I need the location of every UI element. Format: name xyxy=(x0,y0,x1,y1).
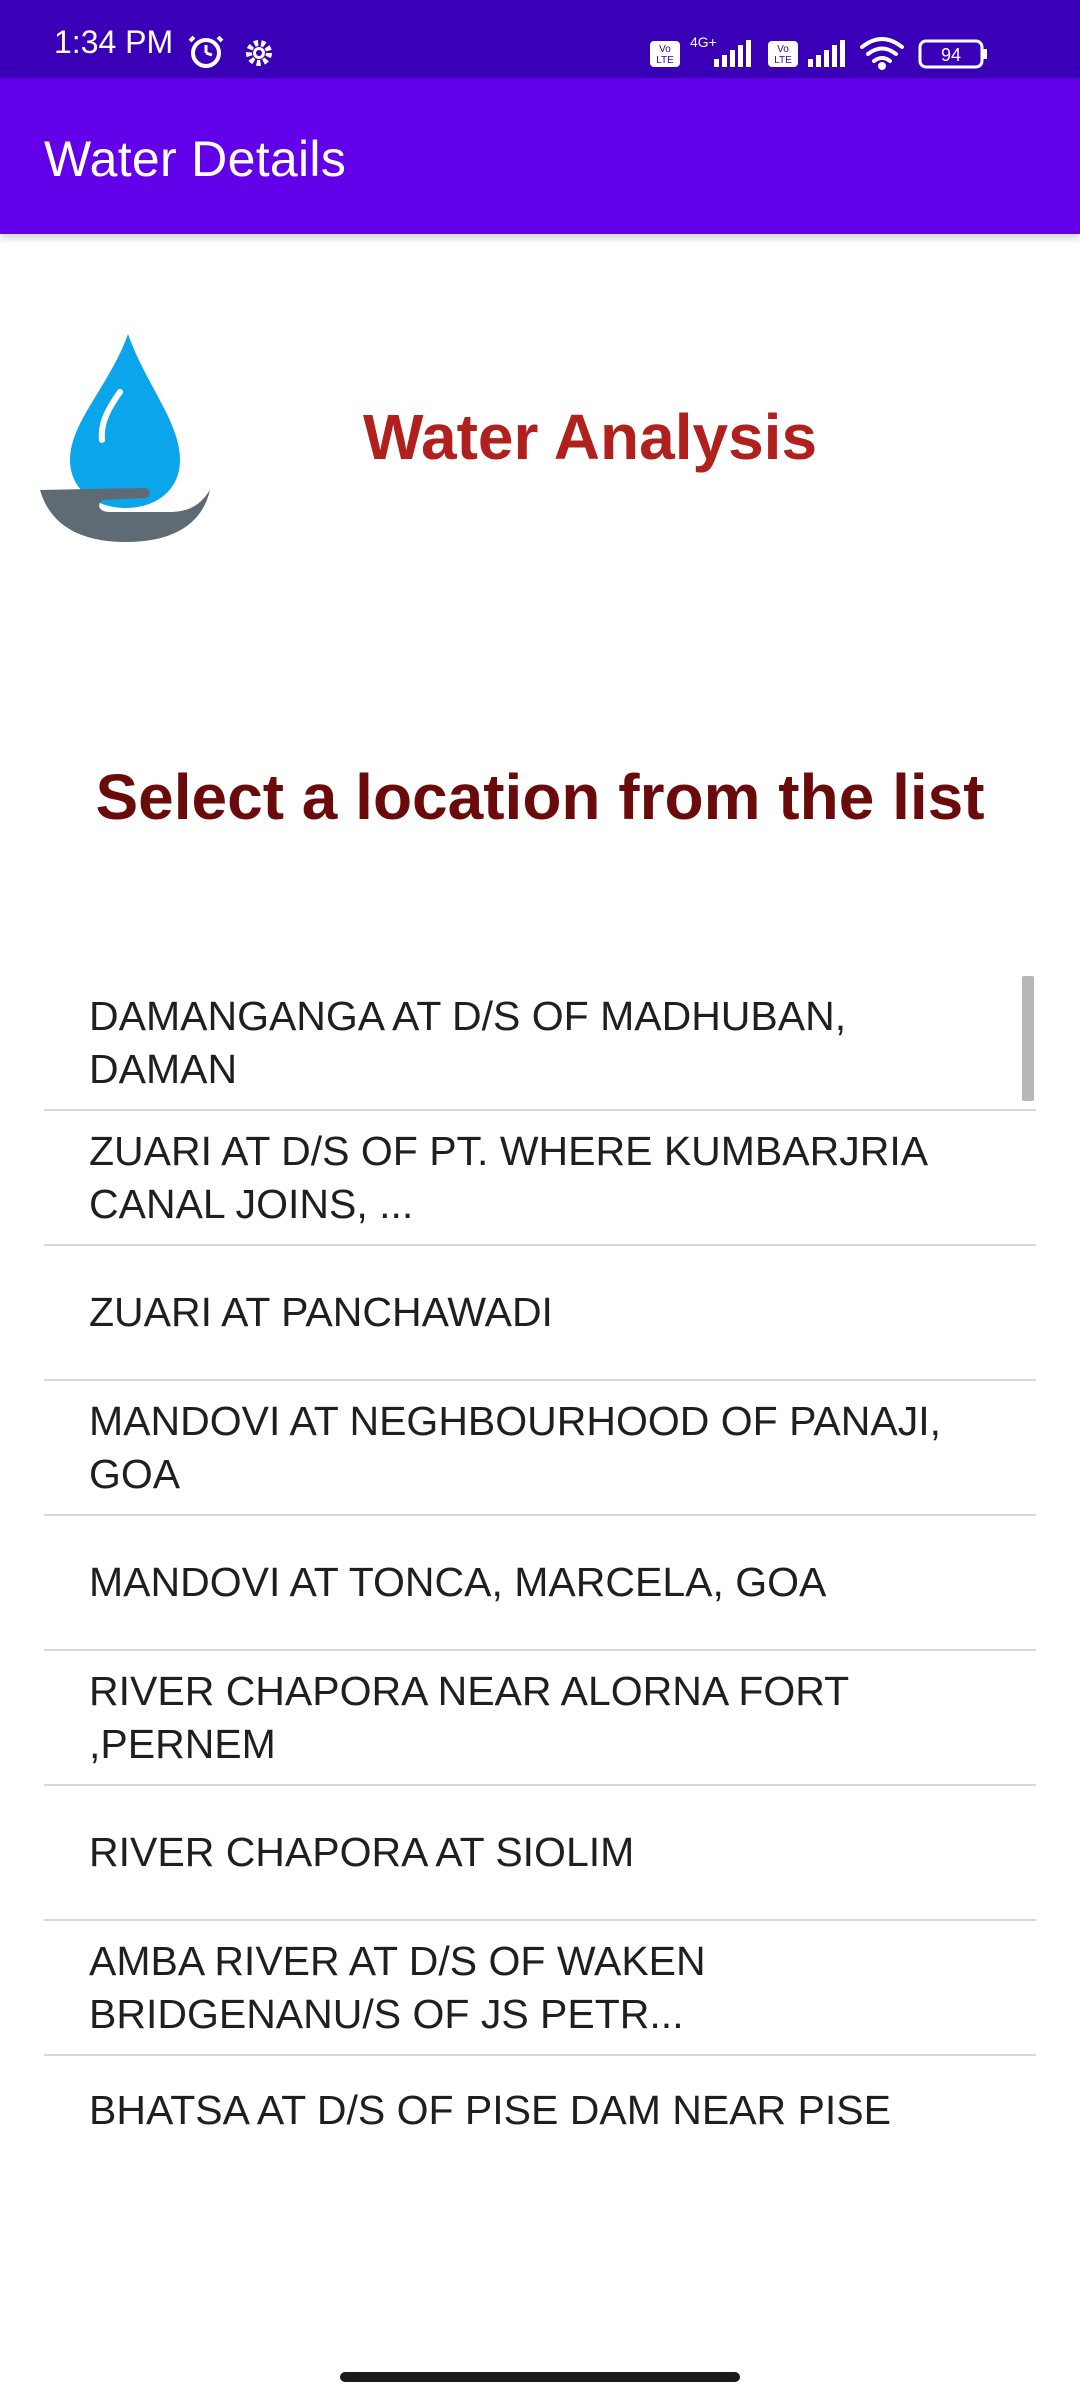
location-label: ZUARI AT D/S OF PT. WHERE KUMBARJRIA CAN… xyxy=(89,1128,926,1227)
signal-icon-2 xyxy=(808,40,845,67)
gear-icon xyxy=(246,40,272,66)
location-label: AMBA RIVER AT D/S OF WAKEN BRIDGENANU/S … xyxy=(89,1938,706,2037)
list-item[interactable]: DAMANGANGA AT D/S OF MADHUBAN, DAMAN xyxy=(44,976,1036,1111)
list-item[interactable]: ZUARI AT PANCHAWADI xyxy=(44,1246,1036,1381)
svg-text:LTE: LTE xyxy=(656,55,674,66)
water-drop-hand-icon xyxy=(40,334,210,542)
location-label: DAMANGANGA AT D/S OF MADHUBAN, DAMAN xyxy=(89,993,847,1092)
svg-text:Vo: Vo xyxy=(777,44,789,55)
app-bar: Water Details xyxy=(0,78,1080,234)
status-time: 1:34 PM xyxy=(54,24,174,60)
list-scrollbar[interactable] xyxy=(1022,976,1034,1101)
app-title: Water Details xyxy=(44,131,347,187)
status-icons-right: Vo LTE 4G+ Vo LTE 94 xyxy=(650,34,987,70)
instruction-text: Select a location from the list xyxy=(95,761,985,833)
location-label: RIVER CHAPORA NEAR ALORNA FORT ,PERNEM xyxy=(89,1668,849,1767)
battery-level: 94 xyxy=(941,45,961,65)
list-item[interactable]: MANDOVI AT TONCA, MARCELA, GOA xyxy=(44,1516,1036,1651)
alarm-icon xyxy=(188,35,224,68)
svg-text:LTE: LTE xyxy=(774,55,792,66)
signal-icon-1 xyxy=(714,40,751,67)
volte-icon-2: Vo LTE xyxy=(768,41,798,67)
list-item[interactable]: MANDOVI AT NEGHBOURHOOD OF PANAJI, GOA xyxy=(44,1381,1036,1516)
location-list[interactable]: DAMANGANGA AT D/S OF MADHUBAN, DAMAN ZUA… xyxy=(44,976,1036,2136)
page-heading: Water Analysis xyxy=(362,401,818,473)
volte-icon-1: Vo LTE xyxy=(650,41,680,67)
location-label: ZUARI AT PANCHAWADI xyxy=(89,1289,553,1336)
status-bar: 1:34 PM Vo LTE 4G+ Vo LTE 94 xyxy=(0,0,1080,78)
list-item[interactable]: AMBA RIVER AT D/S OF WAKEN BRIDGENANU/S … xyxy=(44,1921,1036,2056)
network-type-label: 4G+ xyxy=(690,34,717,50)
location-label: RIVER CHAPORA AT SIOLIM xyxy=(89,1829,635,1876)
home-indicator[interactable] xyxy=(340,2372,740,2382)
status-icons-left xyxy=(188,35,272,68)
battery-icon: 94 xyxy=(918,39,987,69)
svg-text:Vo: Vo xyxy=(659,44,671,55)
wifi-icon xyxy=(860,37,904,70)
list-item[interactable]: RIVER CHAPORA NEAR ALORNA FORT ,PERNEM xyxy=(44,1651,1036,1786)
location-label: BHATSA AT D/S OF PISE DAM NEAR PISE xyxy=(89,2087,891,2133)
location-label: MANDOVI AT NEGHBOURHOOD OF PANAJI, GOA xyxy=(89,1398,941,1497)
list-item[interactable]: BHATSA AT D/S OF PISE DAM NEAR PISE xyxy=(44,2056,1036,2136)
location-label: MANDOVI AT TONCA, MARCELA, GOA xyxy=(89,1559,827,1606)
list-item[interactable]: RIVER CHAPORA AT SIOLIM xyxy=(44,1786,1036,1921)
list-item[interactable]: ZUARI AT D/S OF PT. WHERE KUMBARJRIA CAN… xyxy=(44,1111,1036,1246)
